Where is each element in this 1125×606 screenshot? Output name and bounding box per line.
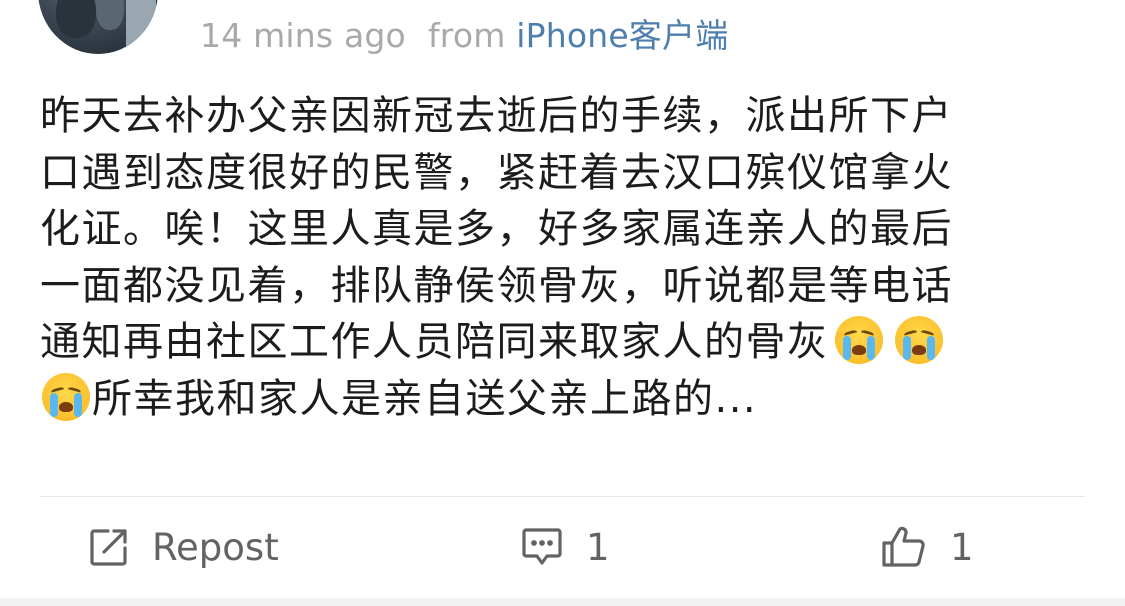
comment-count: 1 (586, 525, 610, 569)
like-count: 1 (950, 525, 974, 569)
repost-button[interactable]: Repost (88, 518, 279, 576)
thumbs-up-icon (880, 525, 950, 569)
like-button[interactable]: 1 (880, 518, 974, 576)
crying-face-emoji-icon (894, 316, 943, 364)
post-time: 14 mins ago (200, 16, 406, 55)
repost-icon (88, 526, 152, 568)
from-label: from (427, 16, 506, 55)
divider (40, 496, 1085, 497)
repost-label: Repost (152, 525, 279, 569)
post-source-link[interactable]: iPhone客户端 (516, 16, 728, 55)
content-line: 口遇到态度很好的民警，紧赶着去汉口殡仪馆拿火 (40, 149, 953, 196)
content-line: 所幸我和家人是亲自送父亲上路的... (40, 371, 1085, 428)
content-line-text: 通知再由社区工作人员陪同来取家人的骨灰 (40, 319, 829, 365)
weibo-post-card: 14 mins ago from iPhone客户端 昨天去补办父亲因新冠去逝后的… (0, 0, 1125, 598)
content-line: 一面都没见着，排队静侯领骨灰，听说都是等电话 (40, 262, 953, 309)
card-separator (0, 598, 1125, 606)
crying-face-emoji-icon (42, 372, 90, 421)
post-content[interactable]: 昨天去补办父亲因新冠去逝后的手续，派出所下户 口遇到态度很好的民警，紧赶着去汉口… (40, 88, 1085, 427)
comment-button[interactable]: 1 (520, 518, 610, 576)
avatar[interactable] (38, 0, 158, 54)
content-line-text: 所幸我和家人是亲自送父亲上路的... (92, 375, 758, 422)
post-meta: 14 mins ago from iPhone客户端 (200, 14, 728, 58)
crying-face-emoji-icon (834, 316, 883, 364)
content-line: 昨天去补办父亲因新冠去逝后的手续，派出所下户 (40, 93, 953, 139)
comment-icon (520, 526, 586, 568)
content-line: 化证。唉！这里人真是多，好多家属连亲人的最后 (40, 206, 953, 252)
content-line: 通知再由社区工作人员陪同来取家人的骨灰 (40, 314, 1085, 371)
